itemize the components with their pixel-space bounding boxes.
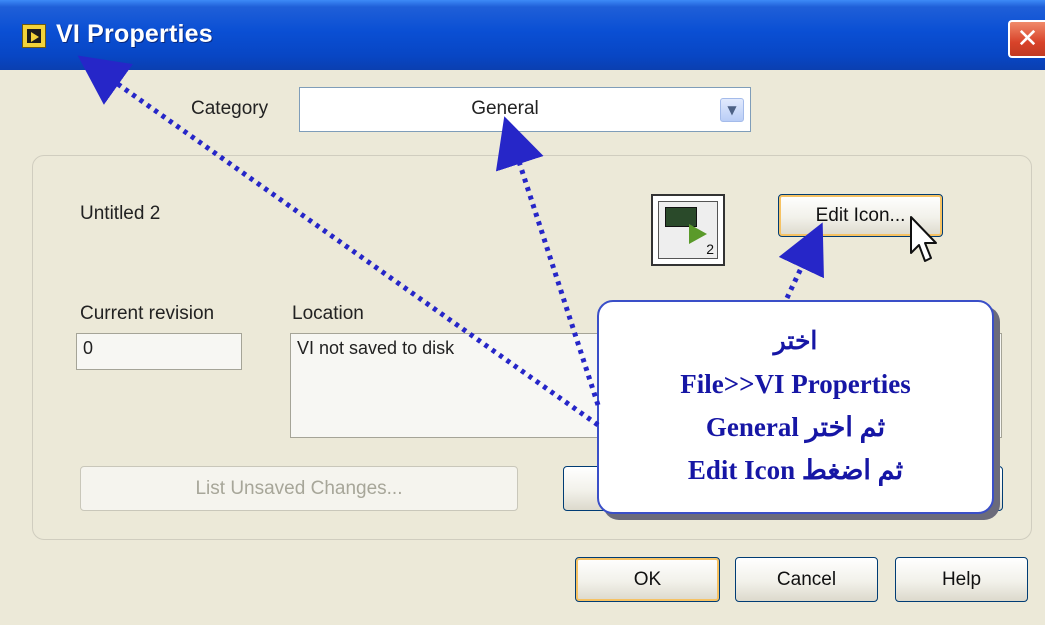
list-unsaved-changes-label: List Unsaved Changes... bbox=[195, 477, 403, 499]
title-bar[interactable]: VI Properties ✕ bbox=[0, 0, 1045, 70]
instruction-callout: اختر File>>VI Properties ثم اختر General… bbox=[597, 300, 994, 514]
help-button-label: Help bbox=[941, 568, 982, 590]
current-revision-value: 0 bbox=[83, 338, 94, 358]
category-value: General bbox=[471, 98, 539, 119]
callout-line-2: File>>VI Properties bbox=[680, 369, 911, 399]
current-revision-label: Current revision bbox=[80, 303, 215, 324]
pointer-cursor-icon bbox=[910, 216, 937, 262]
vi-properties-dialog: VI Properties ✕ Category General ▼ Untit… bbox=[0, 0, 1045, 625]
ok-button-label: OK bbox=[633, 568, 662, 590]
list-unsaved-changes-button[interactable]: List Unsaved Changes... bbox=[80, 466, 518, 511]
current-revision-field: 0 bbox=[76, 333, 242, 370]
ok-button[interactable]: OK bbox=[575, 557, 720, 602]
cancel-button[interactable]: Cancel bbox=[735, 557, 878, 602]
category-select[interactable]: General ▼ bbox=[299, 87, 751, 132]
location-label: Location bbox=[292, 303, 364, 324]
callout-line-1: اختر bbox=[773, 328, 818, 355]
vi-icon: 2 bbox=[651, 194, 725, 266]
app-icon bbox=[22, 24, 46, 48]
callout-line-4: ثم اضغط Edit Icon bbox=[687, 455, 904, 485]
category-label: Category bbox=[191, 98, 269, 119]
vi-name: Untitled 2 bbox=[80, 203, 161, 224]
chevron-down-icon: ▼ bbox=[727, 103, 737, 117]
close-icon: ✕ bbox=[1016, 24, 1039, 54]
category-dropdown-button[interactable]: ▼ bbox=[720, 98, 744, 122]
edit-icon-button-label: Edit Icon... bbox=[815, 204, 906, 226]
vi-icon-image: 2 bbox=[658, 201, 718, 259]
cancel-button-label: Cancel bbox=[776, 568, 837, 590]
close-button[interactable]: ✕ bbox=[1008, 20, 1045, 58]
window-title: VI Properties bbox=[56, 20, 213, 48]
vi-icon-digit: 2 bbox=[706, 241, 714, 257]
help-button[interactable]: Help bbox=[895, 557, 1028, 602]
callout-line-3: ثم اختر General bbox=[705, 412, 886, 442]
vi-icon-arrow bbox=[689, 224, 707, 244]
location-value: VI not saved to disk bbox=[297, 338, 455, 358]
